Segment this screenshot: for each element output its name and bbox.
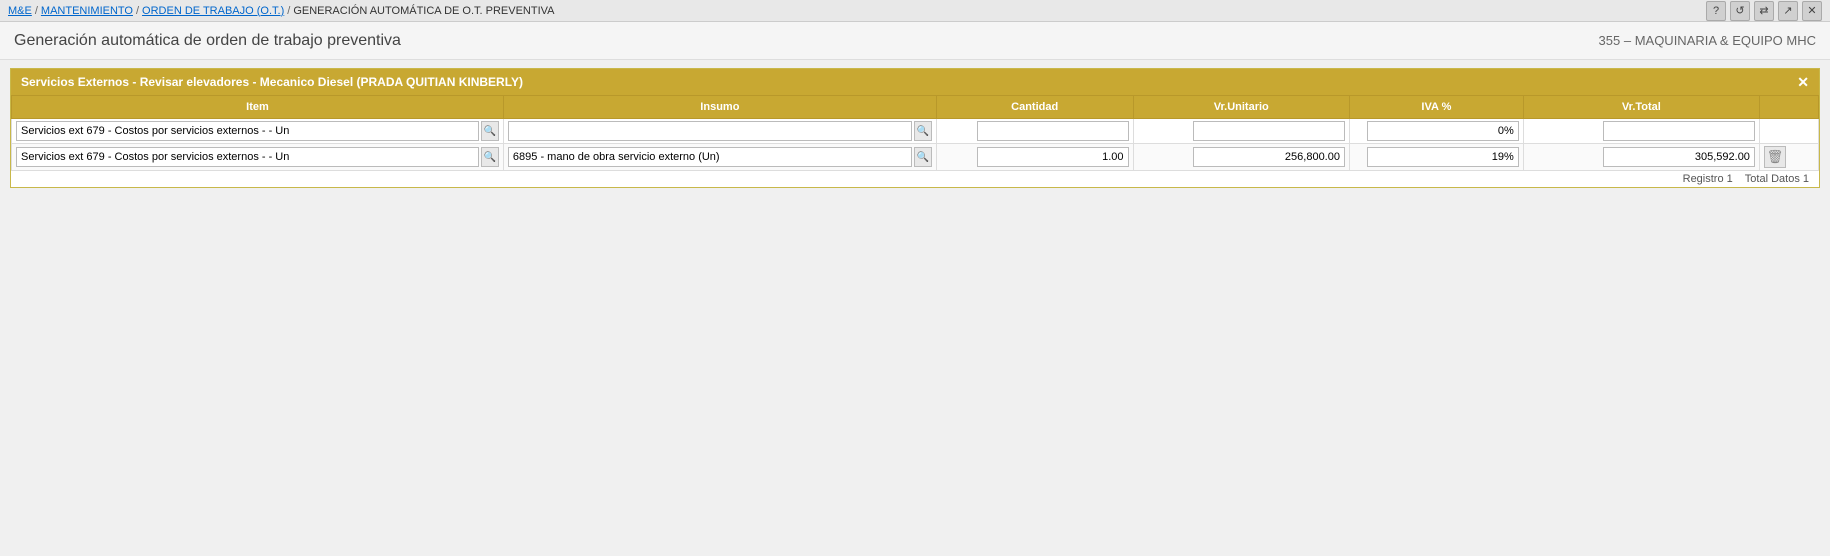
vrtotal-input-0[interactable]	[1603, 121, 1755, 141]
cantidad-input-1[interactable]	[977, 147, 1129, 167]
data-table: Item Insumo Cantidad Vr.Unitario IVA % V…	[11, 95, 1819, 171]
cell-iva-0	[1349, 119, 1523, 144]
cell-insumo-1: 🔍	[503, 144, 936, 171]
sep2: /	[136, 5, 139, 17]
delete-row-btn-1[interactable]: 🗑	[1764, 146, 1786, 168]
top-icons: ? ↺ ⇄ ↗ ✕	[1706, 1, 1822, 21]
breadcrumb-mantenimiento[interactable]: MANTENIMIENTO	[41, 5, 133, 17]
section-panel: Servicios Externos - Revisar elevadores …	[10, 68, 1820, 188]
refresh-icon-btn[interactable]: ↺	[1730, 1, 1750, 21]
vrunitario-input-0[interactable]	[1193, 121, 1345, 141]
iva-input-0[interactable]	[1367, 121, 1519, 141]
total-datos-label: Total Datos 1	[1745, 173, 1809, 185]
insumo-search-btn-0[interactable]: 🔍	[914, 121, 932, 141]
cell-item-0: 🔍	[12, 119, 504, 144]
help-icon-btn[interactable]: ?	[1706, 1, 1726, 21]
table-footer: Registro 1 Total Datos 1	[11, 171, 1819, 187]
section-title: Servicios Externos - Revisar elevadores …	[21, 75, 523, 89]
section-header: Servicios Externos - Revisar elevadores …	[11, 69, 1819, 95]
breadcrumb-current: GENERACIÓN AUTOMÁTICA DE O.T. PREVENTIVA	[293, 5, 554, 17]
insumo-search-btn-1[interactable]: 🔍	[914, 147, 932, 167]
iva-input-1[interactable]	[1367, 147, 1519, 167]
table-header-row: Item Insumo Cantidad Vr.Unitario IVA % V…	[12, 96, 1819, 119]
col-header-vrunitario: Vr.Unitario	[1133, 96, 1349, 119]
cell-vrtotal-1	[1523, 144, 1759, 171]
page-title: Generación automática de orden de trabaj…	[14, 32, 401, 50]
company-label: 355 – MAQUINARIA & EQUIPO MHC	[1599, 33, 1816, 48]
top-bar: M&E / MANTENIMIENTO / ORDEN DE TRABAJO (…	[0, 0, 1830, 22]
vrtotal-input-1[interactable]	[1603, 147, 1755, 167]
item-search-btn-1[interactable]: 🔍	[481, 147, 499, 167]
insumo-input-1[interactable]	[508, 147, 912, 167]
cantidad-input-0[interactable]	[977, 121, 1129, 141]
sep1: /	[35, 5, 38, 17]
breadcrumb: M&E / MANTENIMIENTO / ORDEN DE TRABAJO (…	[8, 5, 555, 17]
col-header-item: Item	[12, 96, 504, 119]
vrunitario-input-1[interactable]	[1193, 147, 1345, 167]
close-window-btn[interactable]: ✕	[1802, 1, 1822, 21]
item-input-1[interactable]	[16, 147, 479, 167]
cell-vrunitario-1	[1133, 144, 1349, 171]
sep3: /	[287, 5, 290, 17]
col-header-iva: IVA %	[1349, 96, 1523, 119]
breadcrumb-mne[interactable]: M&E	[8, 5, 32, 17]
cell-iva-1	[1349, 144, 1523, 171]
page-header: Generación automática de orden de trabaj…	[0, 22, 1830, 60]
cell-insumo-0: 🔍	[503, 119, 936, 144]
insumo-input-0[interactable]	[508, 121, 912, 141]
cell-cantidad-1	[936, 144, 1133, 171]
cell-item-1: 🔍	[12, 144, 504, 171]
col-header-insumo: Insumo	[503, 96, 936, 119]
item-input-0[interactable]	[16, 121, 479, 141]
item-search-btn-0[interactable]: 🔍	[481, 121, 499, 141]
registro-label: Registro 1	[1683, 173, 1733, 185]
table-row: 🔍🔍	[12, 119, 1819, 144]
cell-actions-1: 🗑	[1759, 144, 1818, 171]
external-icon-btn[interactable]: ↗	[1778, 1, 1798, 21]
cell-actions-0	[1759, 119, 1818, 144]
cell-vrtotal-0	[1523, 119, 1759, 144]
col-header-vrtotal: Vr.Total	[1523, 96, 1759, 119]
table-row: 🔍 🔍 🗑	[12, 144, 1819, 171]
cell-cantidad-0	[936, 119, 1133, 144]
section-close-btn[interactable]: ✕	[1797, 75, 1809, 89]
col-header-actions	[1759, 96, 1818, 119]
col-header-cantidad: Cantidad	[936, 96, 1133, 119]
swap-icon-btn[interactable]: ⇄	[1754, 1, 1774, 21]
cell-vrunitario-0	[1133, 119, 1349, 144]
breadcrumb-ot[interactable]: ORDEN DE TRABAJO (O.T.)	[142, 5, 284, 17]
